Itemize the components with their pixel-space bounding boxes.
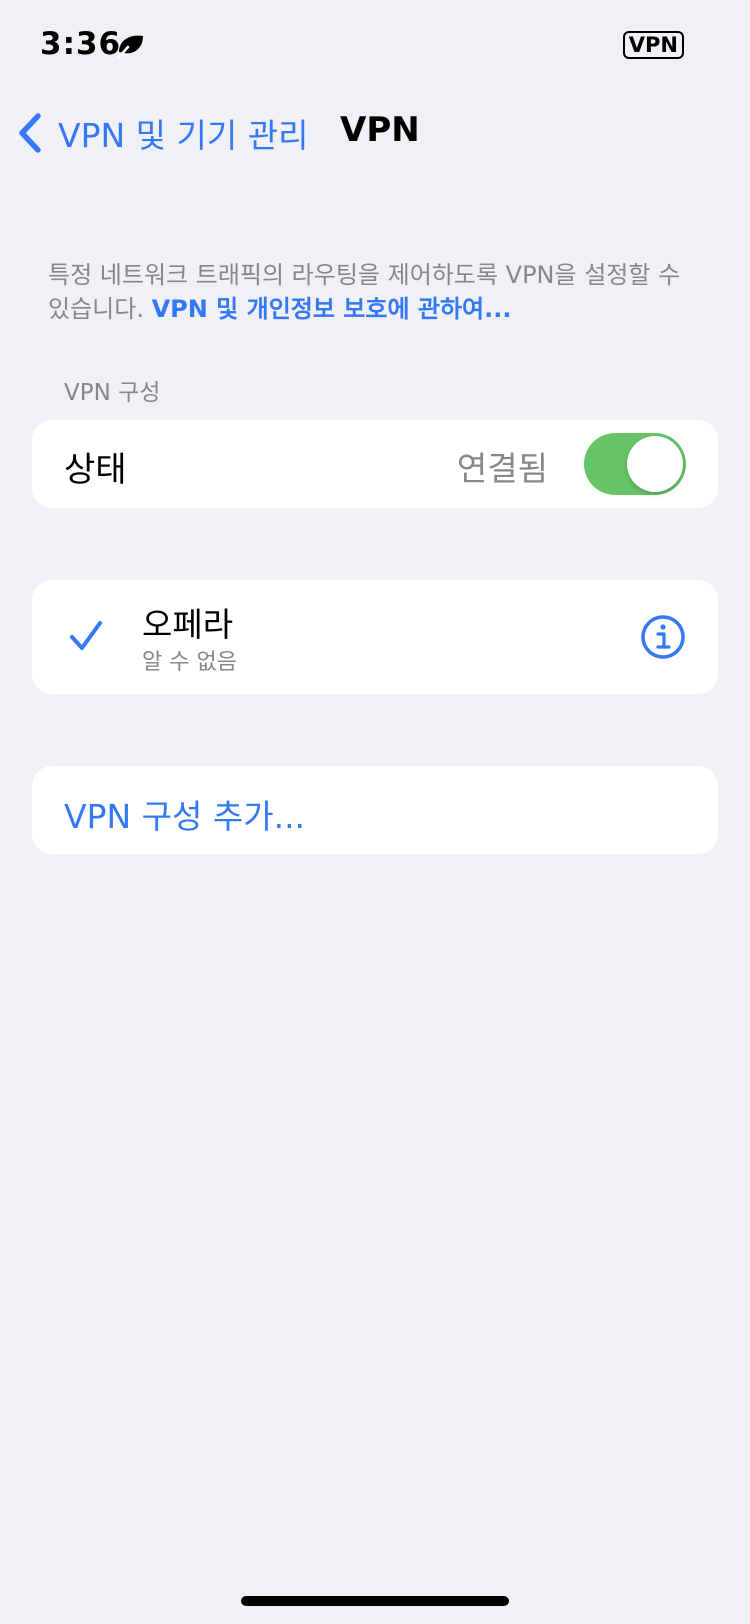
config-name: 오페라 [142, 605, 234, 644]
toggle-knob [627, 436, 683, 492]
back-label: VPN 및 기기 관리 [58, 116, 309, 155]
status-label: 상태 [64, 450, 127, 490]
home-indicator [241, 1596, 509, 1606]
intro-text: 특정 네트워크 트래픽의 라우팅을 제어하도록 VPN을 설정할 수 있습니다.… [48, 258, 708, 326]
add-vpn-config-label: VPN 구성 추가... [64, 797, 306, 836]
checkmark-icon [70, 621, 102, 650]
info-icon[interactable] [640, 614, 686, 660]
chevron-left-icon [19, 113, 41, 153]
status-bar: 3:36 VPN [0, 0, 750, 90]
navigation-bar: VPN 및 기기 관리 VPN [0, 100, 750, 164]
config-status: 알 수 없음 [142, 650, 237, 675]
vpn-status-badge: VPN [622, 31, 684, 59]
vpn-config-row[interactable]: 오페라 알 수 없음 [32, 580, 718, 694]
add-vpn-config-button[interactable]: VPN 구성 추가... [32, 766, 718, 854]
vpn-privacy-link[interactable]: VPN 및 개인정보 보호에 관하여... [152, 295, 512, 323]
page-title: VPN [340, 110, 420, 150]
status-row: 상태 연결됨 [32, 420, 718, 508]
vpn-toggle[interactable] [584, 433, 686, 495]
section-header-vpn-config: VPN 구성 [64, 380, 161, 406]
status-time: 3:36 [40, 26, 122, 62]
focus-leaf-icon [117, 35, 143, 59]
back-button[interactable]: VPN 및 기기 관리 [14, 108, 308, 158]
status-value: 연결됨 [456, 449, 548, 488]
